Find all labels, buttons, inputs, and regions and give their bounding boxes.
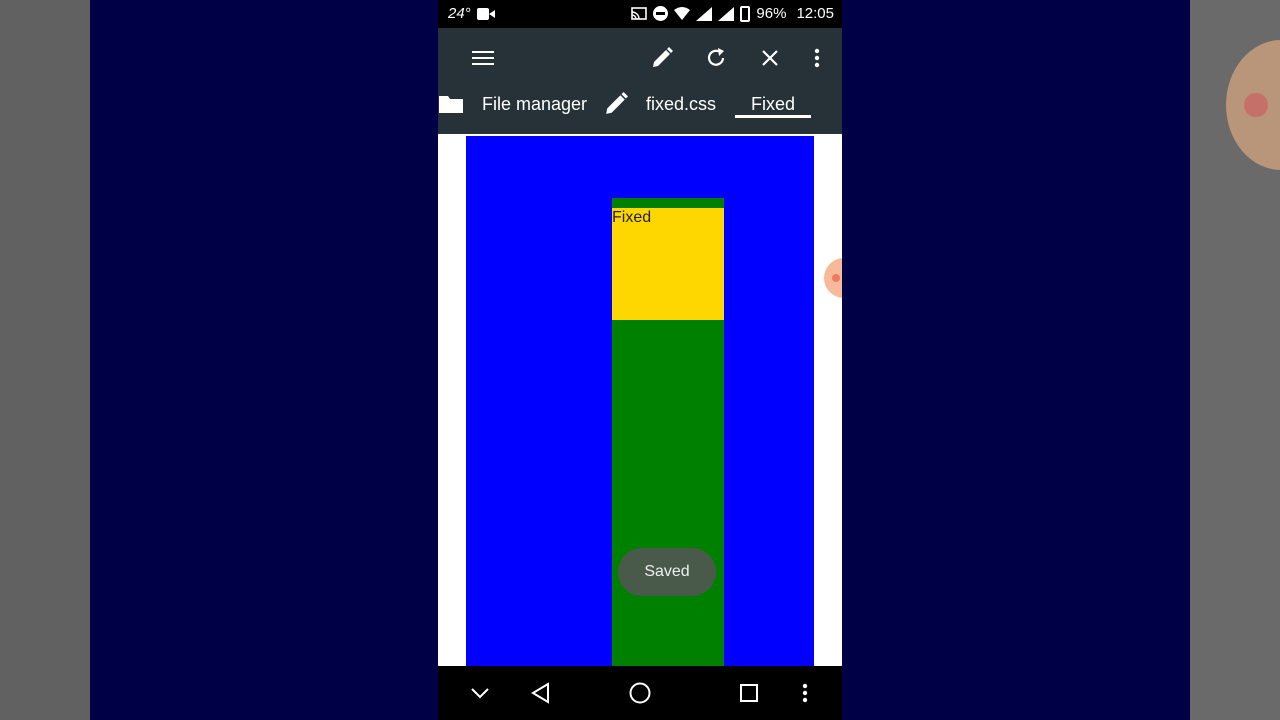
do-not-disturb-icon	[653, 6, 669, 21]
cast-icon	[631, 6, 648, 20]
temperature-text: 24°	[448, 5, 471, 22]
chevron-down-icon	[471, 688, 489, 699]
backdrop-blob-dot	[1244, 93, 1268, 117]
video-camera-icon	[476, 7, 495, 20]
overflow-menu-button[interactable]	[797, 38, 837, 78]
back-icon	[531, 682, 549, 704]
close-icon	[762, 50, 778, 66]
status-bar: 24° 96% 12:05	[438, 0, 842, 28]
home-icon	[629, 682, 651, 704]
floating-bubble[interactable]	[824, 258, 842, 298]
edit-button[interactable]	[642, 38, 682, 78]
fixed-yellow-box: Fixed	[612, 208, 724, 320]
more-vert-icon	[814, 48, 820, 68]
menu-icon	[472, 51, 494, 65]
clock-time: 12:05	[796, 5, 834, 22]
tab-bar: File manager fixed.css Fixed	[438, 84, 842, 124]
hide-nav-button[interactable]	[461, 674, 499, 712]
signal-icon	[696, 6, 713, 21]
saved-toast: Saved	[618, 548, 716, 596]
tab-file-manager[interactable]: File manager	[482, 84, 587, 124]
battery-percent: 96%	[756, 5, 787, 22]
wifi-icon	[674, 6, 691, 20]
system-nav-bar	[438, 666, 842, 720]
menu-button[interactable]	[463, 38, 503, 78]
back-button[interactable]	[522, 674, 560, 712]
pencil-icon	[606, 92, 628, 114]
signal-2-icon	[718, 6, 735, 21]
tab-fixed[interactable]: Fixed	[735, 84, 811, 124]
pencil-icon	[653, 47, 673, 67]
recent-apps-button[interactable]	[730, 674, 768, 712]
recent-apps-icon	[740, 684, 758, 702]
preview-viewport: Fixed Saved	[438, 134, 842, 668]
blue-background: Fixed Saved	[466, 136, 814, 668]
nav-more-button[interactable]	[786, 674, 824, 712]
refresh-button[interactable]	[696, 38, 736, 78]
battery-icon	[740, 5, 751, 22]
folder-icon	[439, 96, 463, 113]
active-tab-indicator	[735, 115, 811, 118]
refresh-icon	[707, 48, 725, 66]
fixed-box-label: Fixed	[612, 209, 652, 226]
tab-fixed-css[interactable]: fixed.css	[646, 84, 716, 124]
backdrop-left	[0, 0, 90, 720]
app-toolbar: File manager fixed.css Fixed	[438, 28, 842, 134]
more-vert-icon	[802, 683, 808, 703]
phone-screen: 24° 96% 12:05 File manager fixed.css Fix…	[438, 0, 842, 720]
home-button[interactable]	[621, 674, 659, 712]
close-button[interactable]	[750, 38, 790, 78]
